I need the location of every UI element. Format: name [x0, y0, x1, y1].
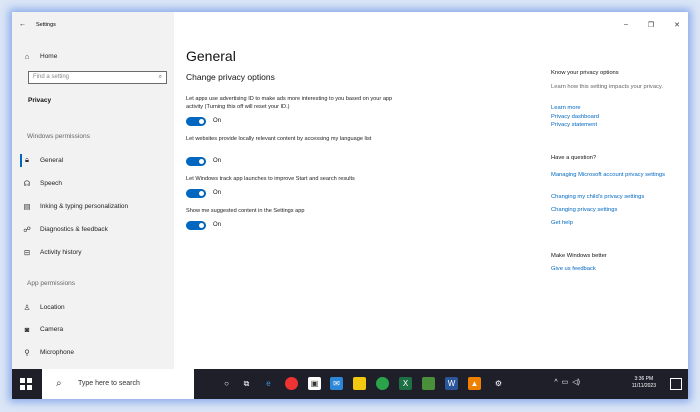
- sidebar-item-general[interactable]: 🔒︎ General: [20, 153, 63, 167]
- main-content: – ❐ ✕ General Change privacy options Let…: [174, 12, 688, 369]
- sidebar-item-diagnostics[interactable]: ☍ Diagnostics & feedback: [20, 222, 108, 236]
- know-privacy-heading: Know your privacy options: [551, 70, 619, 76]
- sidebar-item-label: General: [40, 156, 64, 164]
- chrome-icon[interactable]: [376, 377, 389, 390]
- get-help-link[interactable]: Get help: [551, 220, 671, 228]
- sidebar-item-activity-history[interactable]: ⊟ Activity history: [20, 245, 82, 259]
- sidebar-item-microphone[interactable]: ⚲ Microphone: [20, 345, 74, 359]
- toggle-knob: [199, 159, 204, 164]
- opera-icon[interactable]: [285, 377, 298, 390]
- excel-icon[interactable]: X: [399, 377, 412, 390]
- system-tray-icons[interactable]: ^ ▭ ◁): [554, 378, 580, 387]
- advertising-id-toggle[interactable]: [186, 117, 206, 126]
- clock-date: 11/11/2023: [631, 383, 656, 389]
- chevron-up-icon[interactable]: ^: [554, 379, 557, 386]
- volume-icon[interactable]: ◁): [572, 378, 580, 386]
- toggle-state-label: On: [213, 118, 222, 124]
- toggle-state-label: On: [213, 190, 222, 196]
- edge-icon[interactable]: e: [262, 377, 275, 390]
- home-label: Home: [40, 52, 58, 60]
- minimize-button[interactable]: –: [624, 21, 628, 29]
- sidebar-item-label: Inking & typing personalization: [40, 202, 129, 210]
- window-title: Settings: [36, 22, 56, 28]
- changing-privacy-link[interactable]: Changing privacy settings: [551, 207, 671, 215]
- word-icon[interactable]: W: [445, 377, 458, 390]
- app-icon[interactable]: [422, 377, 435, 390]
- location-icon: ♙: [23, 302, 31, 312]
- taskbar: ⌕ Type here to search ○ ⧉ e ▣ ✉ X W ▲ ⚙ …: [12, 369, 688, 399]
- file-explorer-icon[interactable]: [353, 377, 366, 390]
- make-windows-better-heading: Make Windows better: [551, 253, 607, 259]
- lock-icon: 🔒︎: [25, 155, 29, 164]
- clock-time: 3:36 PM: [634, 376, 654, 382]
- settings-gear-icon[interactable]: ⚙: [492, 377, 505, 390]
- settings-window: ← Settings ⌂ Home Find a setting ⌕ Priva…: [12, 12, 688, 399]
- search-icon: ⌕: [56, 378, 62, 389]
- sidebar-item-label: Camera: [40, 325, 64, 333]
- privacy-dashboard-link[interactable]: Privacy dashboard: [551, 114, 671, 122]
- windows-permissions-label: Windows permissions: [27, 133, 90, 140]
- toggle-state-label: On: [213, 158, 222, 164]
- vlc-icon[interactable]: ▲: [468, 377, 481, 390]
- sidebar-item-label: Location: [40, 303, 65, 311]
- managing-account-privacy-link[interactable]: Managing Microsoft account privacy setti…: [551, 172, 671, 180]
- start-button[interactable]: [20, 378, 32, 390]
- cortana-icon[interactable]: ○: [220, 377, 233, 390]
- back-icon[interactable]: ←: [19, 21, 26, 28]
- section-title: Change privacy options: [186, 72, 275, 82]
- mail-icon[interactable]: ✉: [330, 377, 343, 390]
- suggested-content-toggle[interactable]: [186, 221, 206, 230]
- option-description: Show me suggested content in the Setting…: [186, 208, 305, 214]
- notification-icon[interactable]: [670, 378, 682, 390]
- maximize-button[interactable]: ❐: [648, 21, 654, 29]
- store-icon[interactable]: ▣: [308, 377, 321, 390]
- feedback-icon: ☍: [23, 224, 31, 234]
- sidebar-item-speech[interactable]: ☊ Speech: [20, 176, 62, 190]
- search-icon: ⌕: [158, 74, 162, 80]
- task-view-icon[interactable]: ⧉: [240, 377, 253, 390]
- option-description: Let websites provide locally relevant co…: [186, 136, 372, 142]
- toggle-knob: [199, 119, 204, 124]
- privacy-heading: Privacy: [28, 97, 52, 104]
- sidebar-item-camera[interactable]: ◙ Camera: [20, 322, 63, 336]
- notepad-icon: ▤: [23, 201, 31, 211]
- toggle-knob: [199, 223, 204, 228]
- option-description: Let Windows track app launches to improv…: [186, 176, 355, 182]
- window-controls: – ❐ ✕: [624, 21, 680, 29]
- language-list-toggle[interactable]: [186, 157, 206, 166]
- give-feedback-link[interactable]: Give us feedback: [551, 266, 671, 274]
- learn-more-link[interactable]: Learn more: [551, 105, 671, 113]
- speech-icon: ☊: [23, 178, 31, 188]
- sidebar-item-label: Diagnostics & feedback: [40, 225, 108, 233]
- network-icon[interactable]: ▭: [562, 378, 569, 386]
- option-description: Let apps use advertising ID to make ads …: [186, 96, 393, 110]
- sidebar-item-label: Activity history: [40, 248, 82, 256]
- privacy-statement-link[interactable]: Privacy statement: [551, 122, 671, 130]
- clock[interactable]: 3:36 PM 11/11/2023: [632, 376, 656, 390]
- child-privacy-link[interactable]: Changing my child's privacy settings: [551, 194, 671, 202]
- close-button[interactable]: ✕: [674, 21, 680, 29]
- toggle-state-label: On: [213, 222, 222, 228]
- camera-icon: ◙: [24, 324, 30, 334]
- app-launch-tracking-toggle[interactable]: [186, 189, 206, 198]
- sidebar-item-label: Microphone: [40, 348, 74, 356]
- taskbar-search-text: Type here to search: [78, 380, 140, 387]
- sidebar-item-location[interactable]: ♙ Location: [20, 300, 65, 314]
- question-heading: Have a question?: [551, 155, 597, 161]
- search-input[interactable]: Find a setting ⌕: [28, 71, 167, 84]
- sidebar: ← Settings ⌂ Home Find a setting ⌕ Priva…: [12, 12, 174, 369]
- history-icon: ⊟: [23, 247, 31, 257]
- sidebar-item-label: Speech: [40, 179, 63, 187]
- microphone-icon: ⚲: [24, 347, 30, 357]
- home-icon: ⌂: [24, 51, 30, 61]
- know-privacy-text: Learn how this setting impacts your priv…: [551, 84, 664, 90]
- page-title: General: [186, 48, 236, 64]
- app-permissions-label: App permissions: [27, 280, 76, 287]
- taskbar-search[interactable]: ⌕ Type here to search: [42, 369, 194, 399]
- toggle-knob: [199, 191, 204, 196]
- home-nav-item[interactable]: ⌂ Home: [20, 49, 58, 63]
- sidebar-item-inking[interactable]: ▤ Inking & typing personalization: [20, 199, 128, 213]
- search-placeholder: Find a setting: [33, 74, 70, 80]
